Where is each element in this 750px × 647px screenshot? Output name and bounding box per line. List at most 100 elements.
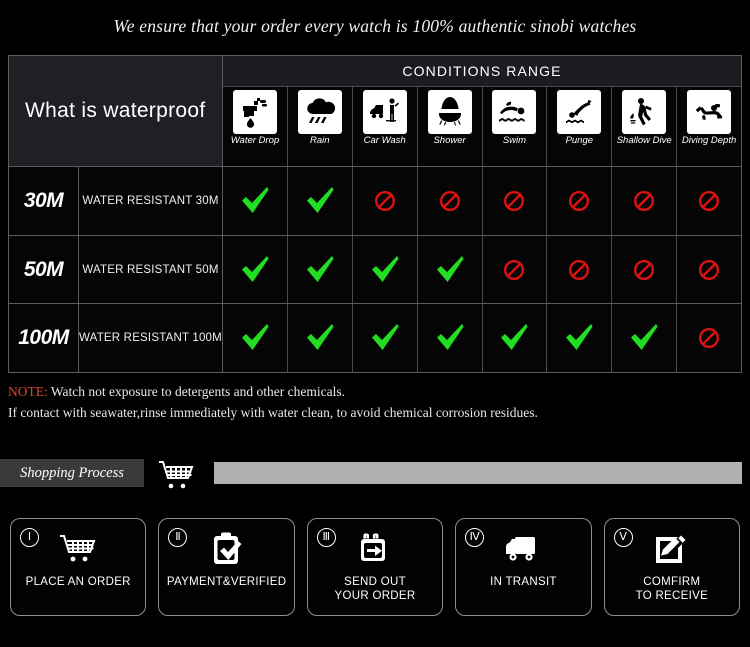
table-header-row: What is waterproof CONDITIONS RANGE Wate… xyxy=(9,56,741,166)
step-number-badge: Ⅲ xyxy=(316,528,336,547)
faucet-drop-icon xyxy=(232,90,277,134)
check-icon xyxy=(371,255,399,282)
condition-label: Swim xyxy=(502,135,527,146)
check-icon xyxy=(306,255,334,282)
row-description: WATER RESISTANT 100M xyxy=(79,304,223,373)
cell-30m-punge xyxy=(547,167,613,235)
step-number-badge: Ⅳ xyxy=(465,528,485,547)
cell-30m-rain xyxy=(288,167,353,235)
table-row: 30M WATER RESISTANT 30M xyxy=(9,166,741,235)
prohibited-icon xyxy=(699,328,720,349)
edit-pencil-icon xyxy=(652,529,692,569)
row-depth-label: 30M xyxy=(9,167,79,235)
table-row: 100M WATER RESISTANT 100M xyxy=(9,303,741,373)
conditions-range-header: CONDITIONS RANGE xyxy=(223,56,741,87)
row-cells xyxy=(223,167,741,235)
step-number-badge: Ⅰ xyxy=(20,528,39,547)
cell-50m-rain xyxy=(288,235,353,304)
prohibited-icon xyxy=(569,190,590,211)
cell-50m-car-wash xyxy=(353,235,418,304)
condition-column-shower: Shower xyxy=(417,87,483,166)
scuba-diver-icon xyxy=(687,90,732,134)
shopping-cart-icon xyxy=(155,456,197,494)
row-depth-label: 100M xyxy=(9,304,79,373)
note-label: NOTE: xyxy=(8,384,48,399)
step-place-an-order[interactable]: Ⅰ PLACE AN ORDER xyxy=(10,518,147,616)
step-label: SEND OUT YOUR ORDER xyxy=(334,576,416,603)
cell-100m-shallow-dive xyxy=(612,304,678,373)
prohibited-icon xyxy=(699,190,720,211)
condition-column-rain: Rain xyxy=(287,87,353,166)
condition-column-water-drop: Water Drop xyxy=(223,87,288,166)
prohibited-icon xyxy=(634,190,655,211)
check-icon xyxy=(436,324,464,351)
prohibited-icon xyxy=(569,259,590,280)
condition-column-swim: Swim xyxy=(482,87,548,166)
process-steps: Ⅰ PLACE AN ORDER Ⅱ PAYMENT&VERIFIED Ⅲ SE… xyxy=(10,518,741,616)
step-label: PAYMENT&VERIFIED xyxy=(166,576,287,588)
row-depth-label: 50M xyxy=(9,235,79,304)
row-description: WATER RESISTANT 30M xyxy=(79,167,223,235)
cell-50m-shower xyxy=(418,235,483,304)
condition-label: Punge xyxy=(565,135,594,146)
shopping-process-tag: Shopping Process xyxy=(0,459,144,487)
condition-column-shallow-dive: Shallow Dive xyxy=(612,87,678,166)
rain-cloud-icon xyxy=(297,90,342,134)
check-icon xyxy=(501,324,529,351)
row-description: WATER RESISTANT 50M xyxy=(79,235,223,304)
note-line-2: If contact with seawater,rinse immediate… xyxy=(8,404,538,420)
condition-column-punge: Punge xyxy=(547,87,613,166)
check-icon xyxy=(241,186,269,213)
step-in-transit[interactable]: Ⅳ IN TRANSIT xyxy=(455,518,592,616)
check-icon xyxy=(566,324,593,351)
conditions-section: CONDITIONS RANGE Water Drop Rain Car Was… xyxy=(223,56,741,166)
condition-column-diving-depth: Diving Depth xyxy=(677,87,741,166)
cell-30m-water-drop xyxy=(223,167,288,235)
step-label: IN TRANSIT xyxy=(490,576,557,588)
check-icon xyxy=(306,186,334,213)
step-number-badge: Ⅱ xyxy=(168,528,188,547)
table-title-cell: What is waterproof xyxy=(9,56,223,166)
page-tagline: We ensure that your order every watch is… xyxy=(113,16,637,36)
cell-100m-water-drop xyxy=(223,304,288,373)
cell-100m-punge xyxy=(547,304,613,373)
step-label: PLACE AN ORDER xyxy=(25,576,131,588)
condition-label: Rain xyxy=(310,135,330,146)
cell-30m-diving-depth xyxy=(677,167,741,235)
plunge-dive-icon xyxy=(557,90,602,134)
prohibited-icon xyxy=(634,259,655,280)
cell-50m-shallow-dive xyxy=(612,235,678,304)
condition-label: Diving Depth xyxy=(681,135,737,146)
cell-100m-car-wash xyxy=(353,304,418,373)
shopping-process-bar: Shopping Process xyxy=(0,459,750,491)
note-block: NOTE: Watch not exposure to detergents a… xyxy=(8,382,728,424)
check-icon xyxy=(241,255,269,282)
check-icon xyxy=(631,324,658,351)
step-number-badge: Ⅴ xyxy=(613,528,633,547)
cell-100m-swim xyxy=(483,304,548,373)
waterproof-table: What is waterproof CONDITIONS RANGE Wate… xyxy=(8,55,742,373)
condition-columns: Water Drop Rain Car Wash Shower Swim Pun… xyxy=(223,87,741,166)
prohibited-icon xyxy=(374,190,395,211)
prohibited-icon xyxy=(699,259,720,280)
condition-label: Shallow Dive xyxy=(616,135,672,146)
check-icon xyxy=(241,324,269,351)
step-label: COMFIRM TO RECEIVE xyxy=(635,576,709,603)
cell-50m-swim xyxy=(483,235,548,304)
prohibited-icon xyxy=(504,190,525,211)
note-text-1: Watch not exposure to detergents and oth… xyxy=(47,384,345,399)
car-wash-icon xyxy=(362,90,407,134)
shallow-dive-icon xyxy=(622,90,667,134)
package-arrow-icon xyxy=(356,529,394,569)
cell-100m-rain xyxy=(288,304,353,373)
condition-label: Shower xyxy=(433,135,466,146)
cell-50m-diving-depth xyxy=(677,236,741,304)
cell-100m-diving-depth xyxy=(677,304,741,372)
step-payment-verified[interactable]: Ⅱ PAYMENT&VERIFIED xyxy=(158,518,295,616)
clipboard-check-icon xyxy=(208,529,246,569)
step-comfirm-to-receive[interactable]: Ⅴ COMFIRM TO RECEIVE xyxy=(603,518,741,616)
step-send-out-your-order[interactable]: Ⅲ SEND OUT YOUR ORDER xyxy=(306,518,444,616)
cell-50m-water-drop xyxy=(223,235,288,304)
cell-30m-swim xyxy=(483,167,548,235)
cell-100m-shower xyxy=(418,304,483,373)
